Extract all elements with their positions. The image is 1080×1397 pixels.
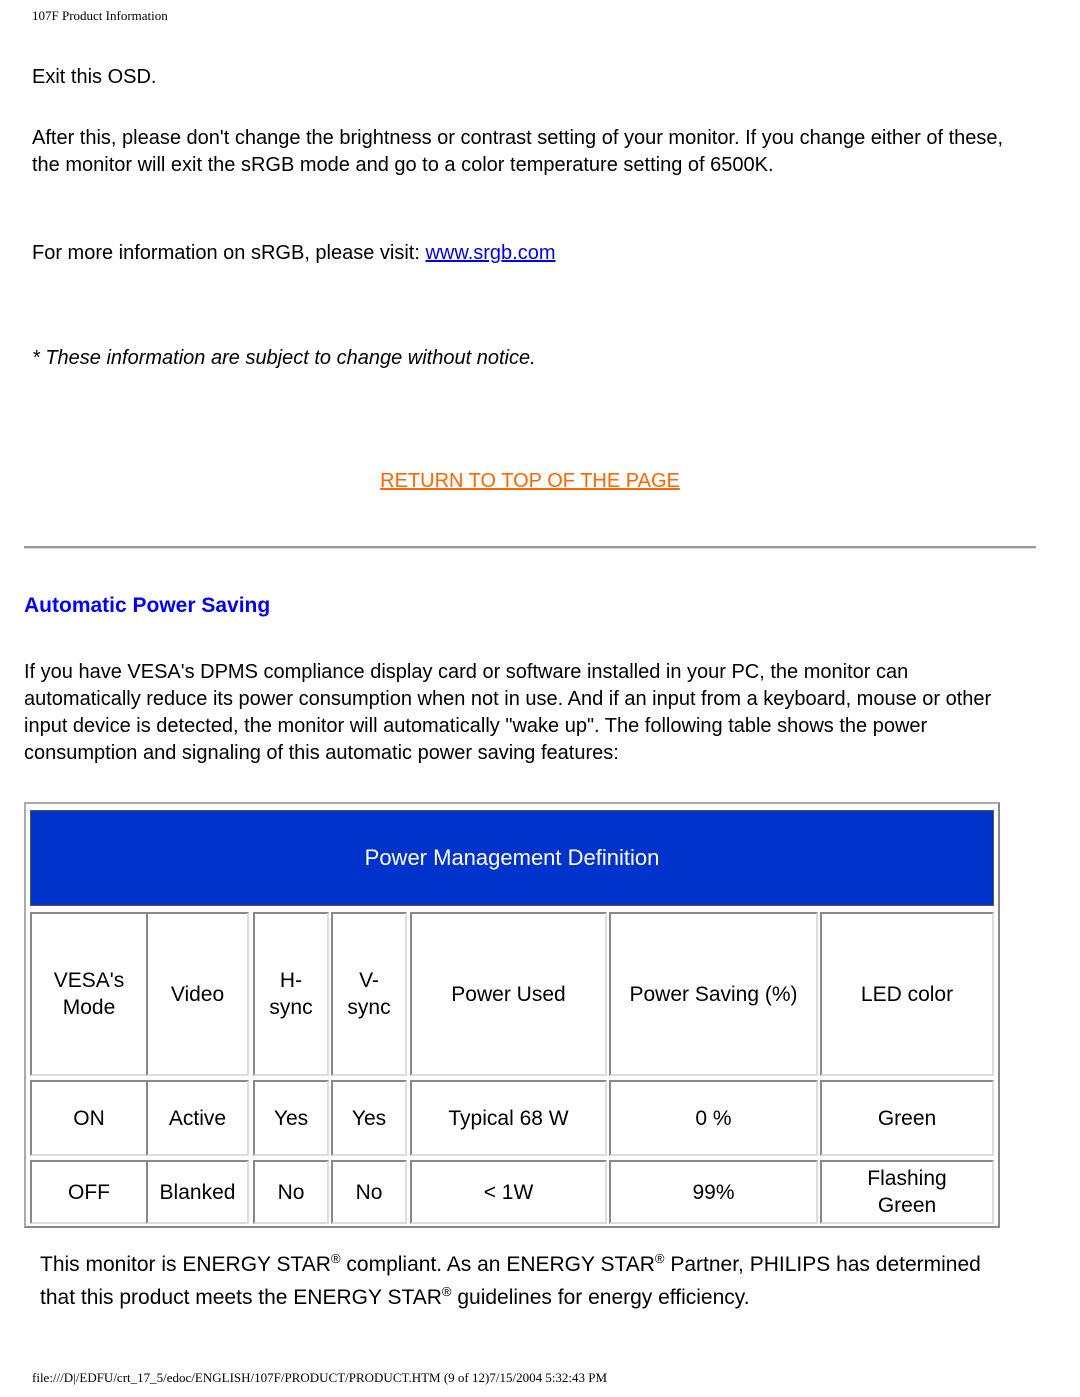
table-cell: 99%: [609, 1160, 818, 1224]
table-header-cell: Video: [146, 912, 249, 1076]
page-header-title: 107F Product Information: [32, 8, 168, 23]
exit-osd-text: Exit this OSD.: [32, 66, 157, 88]
energy-text-1: This monitor is ENERGY STAR: [40, 1253, 331, 1276]
table-cell: Flashing Green: [820, 1160, 994, 1224]
table-cell: Typical 68 W: [410, 1080, 607, 1156]
more-info-prefix: For more information on sRGB, please vis…: [32, 242, 426, 264]
energy-text-2: compliant. As an ENERGY STAR: [340, 1253, 655, 1276]
table-cell: OFF: [30, 1160, 148, 1224]
table-cell: Green: [820, 1080, 994, 1156]
table-header-cell: LED color: [820, 912, 994, 1076]
return-to-top-link[interactable]: RETURN TO TOP OF THE PAGE: [380, 470, 680, 492]
notice-text: * These information are subject to chang…: [32, 347, 536, 369]
divider: [24, 546, 1036, 549]
table-cell: 0 %: [609, 1080, 818, 1156]
table-cell: Blanked: [146, 1160, 249, 1224]
srgb-link[interactable]: www.srgb.com: [425, 242, 555, 264]
energy-star-statement: This monitor is ENERGY STAR® compliant. …: [40, 1248, 1000, 1314]
srgb-more-info: For more information on sRGB, please vis…: [32, 240, 556, 267]
footer-path: file:///D|/EDFU/crt_17_5/edoc/ENGLISH/10…: [32, 1370, 608, 1385]
registered-mark: ®: [330, 1251, 341, 1266]
table-title: Power Management Definition: [30, 810, 994, 906]
table-header-cell: VESA's Mode: [30, 912, 148, 1076]
srgb-warning-text: After this, please don't change the brig…: [32, 127, 1004, 176]
energy-text-4: guidelines for energy efficiency.: [451, 1286, 750, 1309]
section-intro: If you have VESA's DPMS compliance displ…: [24, 661, 992, 764]
return-to-top: RETURN TO TOP OF THE PAGE: [0, 470, 1060, 493]
section-title: Automatic Power Saving: [24, 594, 271, 617]
table-cell: Yes: [331, 1080, 407, 1156]
table-cell: < 1W: [410, 1160, 607, 1224]
table-header-cell: Power Saving (%): [609, 912, 818, 1076]
table-cell: Active: [146, 1080, 249, 1156]
table-cell: No: [331, 1160, 407, 1224]
registered-mark: ®: [441, 1284, 452, 1299]
table-cell: Yes: [253, 1080, 329, 1156]
registered-mark: ®: [654, 1251, 665, 1266]
table-cell: No: [253, 1160, 329, 1224]
table-cell: ON: [30, 1080, 148, 1156]
power-management-table: Power Management Definition VESA's Mode V…: [24, 802, 1000, 1228]
table-header-cell: Power Used: [410, 912, 607, 1076]
table-header-cell: V- sync: [331, 912, 407, 1076]
table-header-cell: H- sync: [253, 912, 329, 1076]
